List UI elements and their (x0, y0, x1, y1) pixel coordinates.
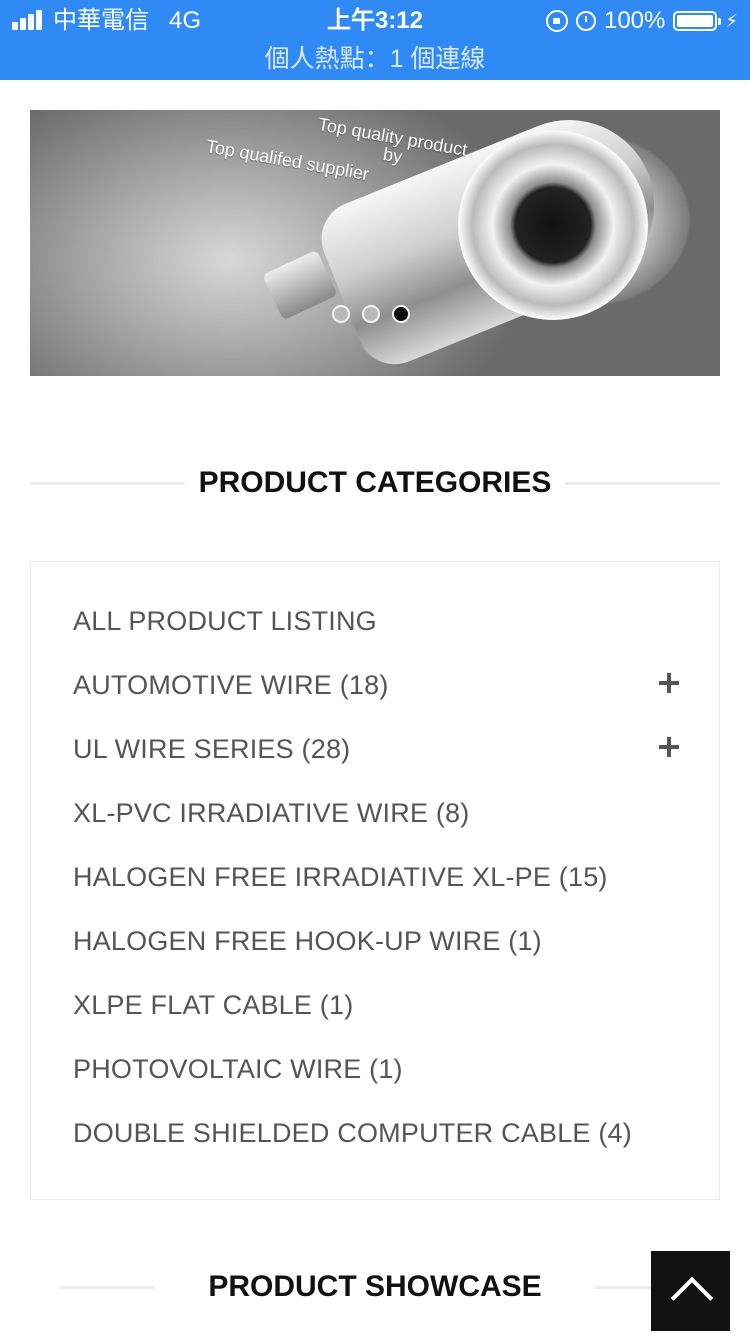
category-item[interactable]: UL WIRE SERIES (28) (73, 727, 703, 771)
charging-icon: ⚡ (725, 10, 738, 31)
category-label[interactable]: HALOGEN FREE IRRADIATIVE XL-PE (15) (73, 862, 608, 892)
section-title: PRODUCT SHOWCASE (30, 1267, 720, 1307)
category-label[interactable]: UL WIRE SERIES (28) (73, 734, 350, 764)
expand-plus-icon[interactable] (659, 737, 679, 757)
slide-dot-3[interactable] (392, 305, 410, 323)
pipe-end-image (458, 130, 648, 320)
section-title: PRODUCT CATEGORIES (30, 463, 720, 503)
category-item[interactable]: HALOGEN FREE IRRADIATIVE XL-PE (15) (73, 855, 703, 899)
status-indicators: 100% ⚡ (545, 6, 738, 36)
category-item[interactable]: PHOTOVOLTAIC WIRE (1) (73, 1047, 703, 1091)
back-to-top-button[interactable] (651, 1251, 730, 1331)
alarm-icon (575, 11, 596, 31)
category-label[interactable]: AUTOMOTIVE WIRE (18) (73, 670, 389, 700)
category-label[interactable]: DOUBLE SHIELDED COMPUTER CABLE (4) (73, 1118, 632, 1148)
category-label[interactable]: PHOTOVOLTAIC WIRE (1) (73, 1054, 403, 1084)
category-label[interactable]: ALL PRODUCT LISTING (73, 606, 377, 636)
showcase-heading: PRODUCT SHOWCASE (30, 1267, 720, 1307)
hero-banner[interactable]: Top quality product by Top qualifed supp… (30, 110, 720, 376)
chevron-up-icon (670, 1276, 714, 1320)
hotspot-banner[interactable]: 個人熱點：1 個連線 (0, 42, 750, 76)
category-item[interactable]: XLPE FLAT CABLE (1) (73, 983, 703, 1027)
rotation-lock-icon (545, 10, 568, 32)
banner-text: by (381, 144, 404, 167)
slide-dot-1[interactable] (332, 305, 350, 323)
category-item[interactable]: ALL PRODUCT LISTING (73, 599, 703, 643)
categories-heading: PRODUCT CATEGORIES (30, 463, 720, 503)
banner-text: Top qualifed supplier (204, 136, 371, 185)
slider-pagination (332, 305, 410, 323)
category-list: ALL PRODUCT LISTING AUTOMOTIVE WIRE (18)… (30, 561, 720, 1200)
category-item[interactable]: DOUBLE SHIELDED COMPUTER CABLE (4) (73, 1111, 703, 1155)
expand-plus-icon[interactable] (659, 673, 679, 693)
category-label[interactable]: HALOGEN FREE HOOK-UP WIRE (1) (73, 926, 542, 956)
category-label[interactable]: XL-PVC IRRADIATIVE WIRE (8) (73, 798, 469, 828)
slide-dot-2[interactable] (362, 305, 380, 323)
category-label[interactable]: XLPE FLAT CABLE (1) (73, 990, 353, 1020)
category-item[interactable]: XL-PVC IRRADIATIVE WIRE (8) (73, 791, 703, 835)
status-bar: 中華電信 4G 上午3:12 100% ⚡ 個人熱點：1 個連線 (0, 0, 750, 80)
status-row: 中華電信 4G 上午3:12 100% ⚡ (0, 0, 750, 42)
category-item[interactable]: HALOGEN FREE HOOK-UP WIRE (1) (73, 919, 703, 963)
battery-icon (673, 11, 722, 31)
battery-percent: 100% (603, 7, 666, 34)
category-item[interactable]: AUTOMOTIVE WIRE (18) (73, 663, 703, 707)
